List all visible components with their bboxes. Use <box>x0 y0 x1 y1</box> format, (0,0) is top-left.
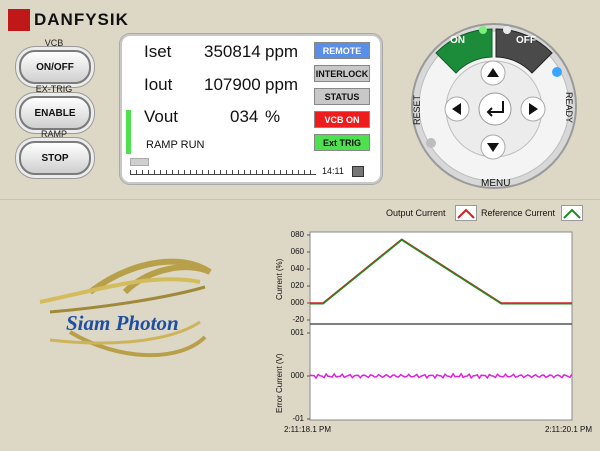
iset-value: 350814 <box>204 42 261 61</box>
ramp-label: RAMP <box>40 129 67 139</box>
y-tick-label: -01 <box>292 414 304 423</box>
display-panel: Iset 350814 ppm Iout 107900 ppm Vout 034… <box>120 34 382 184</box>
status-status: STATUS <box>314 88 370 105</box>
danfysik-logo-icon <box>8 9 30 31</box>
vout-level-bar <box>126 110 131 154</box>
menu-button[interactable]: MENU <box>481 178 510 189</box>
iset-label: Iset <box>144 42 172 61</box>
reset-button[interactable]: RESET <box>412 95 422 125</box>
status-interlock: INTERLOCK <box>314 65 370 82</box>
on-indicator-icon <box>479 26 487 34</box>
y-tick-label: 080 <box>290 230 304 239</box>
enable-button[interactable]: ENABLE <box>19 96 91 130</box>
stop-button[interactable]: STOP <box>19 141 91 175</box>
ready-indicator-icon <box>552 67 562 77</box>
extrig-label: EX-TRIG <box>35 84 73 94</box>
status-remote: REMOTE <box>314 42 370 59</box>
battery-icon <box>352 166 364 177</box>
clock-time: 14:11 <box>322 166 344 176</box>
enter-button[interactable] <box>478 92 512 126</box>
iout-label: Iout <box>144 75 173 94</box>
iout-value: 107900 <box>204 75 261 94</box>
iout-unit: ppm <box>265 75 299 94</box>
x-start-label: 2:11:18.1 PM <box>284 425 331 434</box>
y-tick-label: 001 <box>290 328 304 337</box>
x-end-label: 2:11:20.1 PM <box>545 425 592 434</box>
y-tick-label: 020 <box>290 281 304 290</box>
current-charts <box>307 231 573 421</box>
vout-label: Vout <box>144 107 179 126</box>
legend-output-current: Output Current <box>386 208 446 218</box>
onoff-button[interactable]: ON/OFF <box>19 50 91 84</box>
divider <box>0 199 600 200</box>
status-vcb-on: VCB ON <box>314 111 370 128</box>
y-tick-label: 040 <box>290 264 304 273</box>
legend-reference-swatch <box>561 205 583 221</box>
on-button-label[interactable]: ON <box>450 35 465 46</box>
ramp-status: RAMP RUN <box>146 139 205 151</box>
brand-title: DANFYSIK <box>34 10 129 29</box>
chart2-ylabel: Error Current (V) <box>275 353 284 413</box>
progress-scale <box>130 170 316 175</box>
iset-unit: ppm <box>265 42 299 61</box>
reset-indicator-icon <box>426 138 436 148</box>
y-tick-label: 000 <box>290 298 304 307</box>
y-tick-label: 060 <box>290 247 304 256</box>
y-tick-label: -20 <box>292 315 304 324</box>
vcb-label: VCB <box>44 38 64 48</box>
legend-reference-current: Reference Current <box>481 208 556 218</box>
vout-unit: % <box>265 107 281 126</box>
siam-photon-text: Siam Photon <box>66 311 179 335</box>
ramp-progress-bar <box>130 158 316 166</box>
legend-output-swatch <box>455 205 477 221</box>
y-tick-label: 000 <box>290 371 304 380</box>
vout-value: 034 <box>230 107 259 126</box>
status-ext-trig: Ext TRIG <box>314 134 370 151</box>
off-indicator-icon <box>503 26 511 34</box>
off-button-label[interactable]: OFF <box>516 35 536 46</box>
ready-label: READY <box>564 92 574 124</box>
